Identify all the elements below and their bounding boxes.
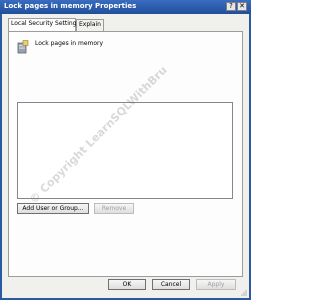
- title-bar[interactable]: Lock pages in memory Properties ? ✕: [0, 0, 251, 14]
- window-title: Lock pages in memory Properties: [4, 2, 137, 10]
- tab-panel: Lock pages in memory Add User or Group..…: [8, 31, 243, 277]
- remove-button[interactable]: Remove: [94, 203, 134, 214]
- policy-server-icon: [17, 40, 29, 54]
- properties-dialog: Lock pages in memory Properties ? ✕ Loca…: [0, 0, 251, 300]
- dialog-body: Local Security Setting Explain Lock page…: [2, 14, 249, 298]
- cancel-button[interactable]: Cancel: [152, 279, 190, 290]
- setting-name: Lock pages in memory: [35, 40, 104, 47]
- tab-local-security-setting[interactable]: Local Security Setting: [8, 18, 77, 31]
- apply-button[interactable]: Apply: [196, 279, 236, 290]
- tab-explain[interactable]: Explain: [76, 19, 104, 31]
- close-button[interactable]: ✕: [237, 2, 247, 11]
- resize-grip-icon[interactable]: [241, 290, 247, 296]
- ok-button[interactable]: OK: [108, 279, 146, 290]
- add-user-or-group-button[interactable]: Add User or Group...: [17, 203, 89, 214]
- help-button[interactable]: ?: [226, 2, 236, 11]
